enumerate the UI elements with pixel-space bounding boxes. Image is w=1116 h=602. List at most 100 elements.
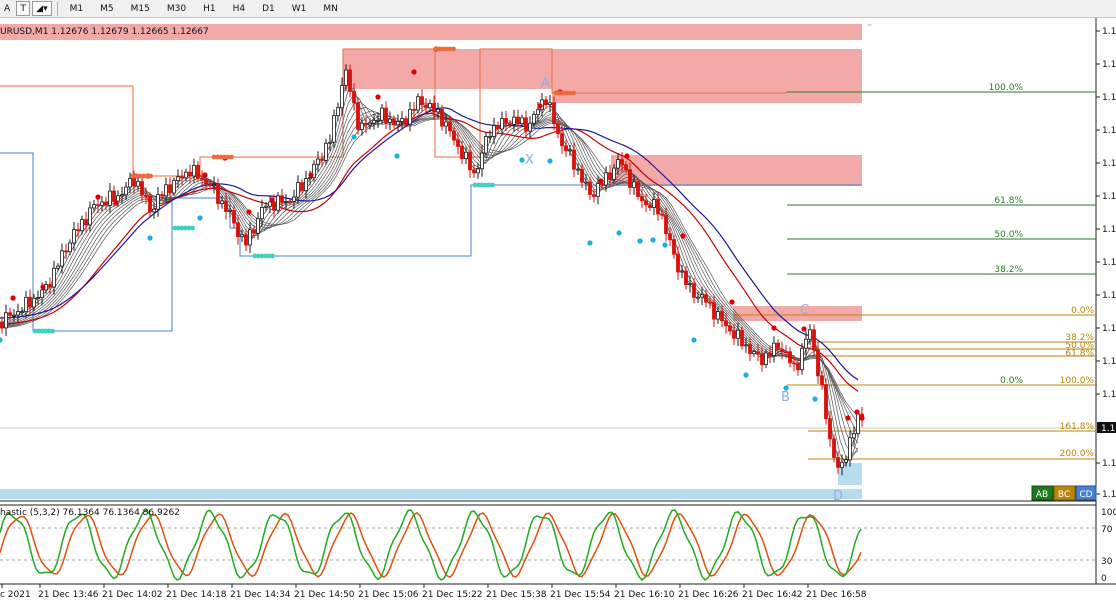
fractal-up-dot: [375, 94, 381, 100]
candle-body: [692, 283, 696, 298]
candle-body: [472, 169, 476, 174]
candle-body: [380, 107, 384, 121]
candle-body: [148, 196, 152, 213]
candle-body: [624, 164, 628, 171]
price-axis-label: 1.1: [1102, 291, 1116, 301]
candle-body: [492, 125, 496, 137]
demand-zone-bottom: [0, 489, 862, 499]
candle-body: [16, 311, 20, 316]
candle-body: [760, 353, 764, 365]
candle-body: [316, 158, 320, 165]
fractal-down-dot: [637, 238, 643, 244]
candle-body: [840, 461, 844, 468]
timeframe-h1-button[interactable]: H1: [196, 1, 223, 16]
candle-body: [236, 222, 240, 238]
candle-body: [296, 182, 300, 198]
supply-zone-2: [552, 89, 862, 103]
text-tool-button[interactable]: A: [0, 1, 14, 16]
fib-label-100: 100.0%: [989, 83, 1024, 93]
candle-body: [120, 194, 124, 197]
timeframe-m5-button[interactable]: M5: [93, 1, 121, 16]
candle-body: [784, 351, 788, 354]
text-label-tool-button[interactable]: T: [16, 1, 31, 16]
fib2-label-1618: 161.8%: [1060, 422, 1095, 432]
candle-body: [748, 344, 752, 355]
candle-body: [368, 122, 372, 126]
candle-body: [856, 413, 860, 435]
candle-body: [8, 312, 12, 316]
candle-body: [276, 195, 280, 211]
arrows-tool-button[interactable]: ◢▾: [32, 1, 52, 16]
candle-body: [716, 311, 720, 320]
candle-body: [396, 121, 400, 126]
candle-body: [196, 165, 200, 179]
fractal-up-dot: [202, 172, 208, 178]
candle-body: [752, 351, 756, 355]
candle-body: [348, 69, 352, 92]
fib-label-382: 38.2%: [994, 265, 1023, 275]
candle-body: [220, 200, 224, 204]
fractal-down-dot: [147, 235, 153, 241]
candle-body: [72, 229, 76, 244]
candle-body: [392, 118, 396, 126]
stoch-axis-0: 0: [1101, 574, 1107, 584]
candle-body: [560, 133, 564, 147]
candle-body: [164, 184, 168, 197]
candle-body: [488, 136, 492, 138]
price-axis-label: 1.1: [1102, 357, 1116, 367]
price-chart[interactable]: A X B C D 100.0% 61.8% 50.0% 38.2% 0.0% …: [0, 18, 1116, 602]
time-axis-label: 21 Dec 14:18: [166, 590, 227, 600]
candle-body: [424, 104, 428, 109]
candle-body: [448, 121, 452, 132]
candle-body: [156, 194, 160, 210]
chevron-down-icon[interactable]: ⌄: [866, 19, 874, 29]
timeframe-d1-button[interactable]: D1: [255, 1, 282, 16]
candle-body: [28, 296, 32, 308]
candle-body: [320, 158, 324, 161]
candle-body: [764, 352, 768, 365]
candle-body: [332, 115, 336, 143]
candle-body: [796, 363, 800, 371]
candle-body: [744, 344, 748, 347]
time-axis-label: 21 Dec 16:26: [678, 590, 739, 600]
candle-body: [628, 169, 632, 188]
fractal-up-dot: [246, 209, 252, 215]
candle-body: [460, 146, 464, 160]
level-marker-dot: [148, 173, 153, 179]
candle-body: [76, 229, 80, 232]
candle-body: [456, 139, 460, 147]
candle-body: [788, 351, 792, 364]
timeframe-m1-button[interactable]: M1: [63, 1, 91, 16]
timeframe-w1-button[interactable]: W1: [285, 1, 314, 16]
price-axis-label: 1.1: [1102, 324, 1116, 334]
time-axis-label: c 2021: [0, 590, 31, 600]
candle-body: [804, 338, 808, 349]
timeframe-mn-button[interactable]: MN: [316, 1, 345, 16]
candle-body: [508, 123, 512, 125]
candle-body: [452, 130, 456, 141]
fractal-up-dot: [308, 172, 314, 178]
timeframe-m30-button[interactable]: M30: [160, 1, 193, 16]
price-axis-label: 1.1: [1102, 192, 1116, 202]
candle-body: [512, 116, 516, 125]
time-axis-label: 21 Dec 15:54: [550, 590, 611, 600]
toolbar-divider: [56, 1, 58, 16]
fractal-down-dot: [662, 242, 668, 248]
candle-body: [736, 329, 740, 339]
pattern-point-c: C: [800, 303, 809, 318]
supply-zone-1: [343, 49, 862, 89]
fractal-down-dot: [394, 153, 400, 159]
candle-body: [500, 118, 504, 130]
fib2-label-618: 61.8%: [1065, 349, 1094, 359]
candle-body: [656, 199, 660, 215]
timeframe-m15-button[interactable]: M15: [124, 1, 157, 16]
candle-body: [308, 177, 312, 180]
candle-body: [128, 178, 132, 188]
candle-body: [828, 418, 832, 440]
candle-body: [816, 349, 820, 377]
candle-body: [496, 125, 500, 130]
fib2-label-0: 0.0%: [1071, 306, 1094, 316]
fractal-down-dot: [650, 237, 656, 243]
timeframe-h4-button[interactable]: H4: [226, 1, 253, 16]
stochastic-label: hastic (5,3,2) 76.1364 76.1364 86.9262: [0, 508, 180, 518]
